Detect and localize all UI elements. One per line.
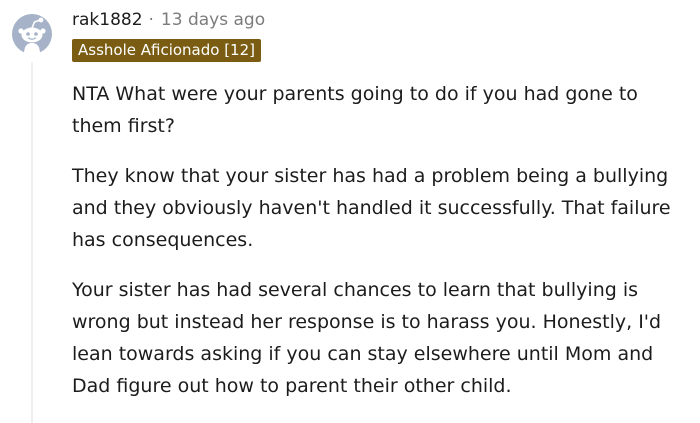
comment-paragraph: They know that your sister has had a pro… <box>72 165 671 251</box>
user-avatar[interactable] <box>12 14 52 54</box>
snoo-avatar-icon <box>12 14 52 54</box>
meta-separator: · <box>148 10 154 30</box>
comment-paragraph: NTA What were your parents going to do i… <box>72 83 638 137</box>
comment-meta: rak1882 · 13 days ago <box>72 8 265 32</box>
comment-timestamp[interactable]: 13 days ago <box>161 10 265 30</box>
comment: rak1882 · 13 days ago Asshole Aficionado… <box>0 0 700 423</box>
thread-collapse-line[interactable] <box>31 62 33 423</box>
comment-body: NTA What were your parents going to do i… <box>72 78 687 420</box>
comment-paragraph: Your sister has had several chances to l… <box>72 279 662 397</box>
username-link[interactable]: rak1882 <box>72 10 143 30</box>
user-flair-badge: Asshole Aficionado [12] <box>72 39 261 62</box>
